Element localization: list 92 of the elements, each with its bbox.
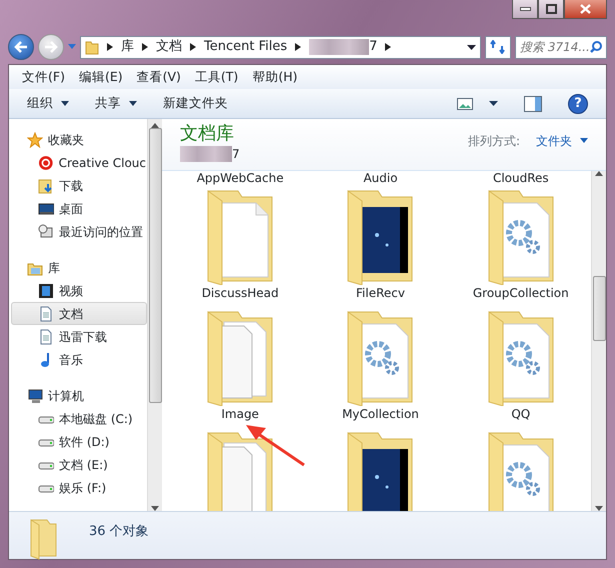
maximize-icon xyxy=(546,4,556,14)
sidebar-group[interactable]: 计算机 xyxy=(9,385,147,407)
sidebar-item[interactable]: 下载 xyxy=(9,174,147,197)
star-icon xyxy=(27,132,43,148)
breadcrumb-item[interactable]: Tencent Files xyxy=(204,37,288,57)
creative-cloud-icon xyxy=(38,154,54,170)
document-icon xyxy=(38,306,54,322)
file-name: AppWebCache xyxy=(196,171,285,185)
recent-places-icon xyxy=(38,224,54,240)
breadcrumb-item[interactable]: 7 xyxy=(369,37,378,57)
item-count: 36 个对象 xyxy=(89,523,149,541)
file-name: MyCollection xyxy=(341,406,420,423)
refresh-arrows-icon xyxy=(490,40,506,54)
computer-icon xyxy=(27,388,43,404)
caret-icon xyxy=(489,101,498,106)
video-icon xyxy=(38,282,54,298)
forward-button[interactable] xyxy=(38,34,64,60)
file-name: DiscussHead xyxy=(200,285,280,302)
folder-item[interactable]: QQ xyxy=(450,306,591,427)
search-field[interactable]: 搜索 3714... xyxy=(515,36,607,58)
file-name: GroupCollection xyxy=(472,285,570,302)
back-arrow-icon xyxy=(14,41,28,53)
folder-item[interactable]: FileRecv xyxy=(310,185,451,306)
close-button[interactable] xyxy=(564,0,607,19)
dropdown-caret-icon[interactable] xyxy=(467,44,476,50)
sidebar-item[interactable]: 音乐 xyxy=(9,348,147,371)
folder-item[interactable]: MyCollection xyxy=(310,306,451,427)
breadcrumb-item[interactable]: 库 xyxy=(121,37,134,57)
folder-item[interactable]: GroupCollection xyxy=(450,185,591,306)
help-button[interactable]: ? xyxy=(568,94,588,114)
sidebar-item[interactable]: 娱乐 (F:) xyxy=(9,476,147,499)
search-icon xyxy=(590,41,602,53)
breadcrumb-item[interactable]: 文档 xyxy=(156,37,182,57)
back-button[interactable] xyxy=(8,34,34,60)
sidebar-item[interactable]: 软件 (D:) xyxy=(9,430,147,453)
toolbar-button[interactable]: 新建文件夹 xyxy=(163,94,228,113)
chevron-icon xyxy=(142,43,148,51)
minimize-icon xyxy=(520,7,530,11)
download-folder-icon xyxy=(38,178,54,194)
scrollbar-thumb[interactable] xyxy=(592,276,606,341)
chevron-icon xyxy=(107,43,113,51)
desktop-icon xyxy=(38,200,54,216)
folder-item[interactable]: Image xyxy=(170,306,310,427)
chevron-icon xyxy=(295,43,302,51)
close-icon xyxy=(580,4,591,14)
content-scrollbar[interactable] xyxy=(591,171,606,511)
chevron-icon xyxy=(385,43,392,51)
maximize-button[interactable] xyxy=(538,0,564,19)
file-name: Audio xyxy=(362,171,399,185)
chevron-icon xyxy=(190,43,196,51)
blurred-text xyxy=(180,146,232,162)
library-subtitle: 7 xyxy=(232,146,240,163)
arrange-label: 排列方式: xyxy=(468,132,520,150)
sidebar-group[interactable]: 收藏夹 xyxy=(9,129,147,151)
arrange-dropdown[interactable]: 文件夹 xyxy=(536,132,588,150)
picture-icon xyxy=(457,98,473,110)
menu-item[interactable]: 编辑(E) xyxy=(72,68,130,86)
sidebar-scrollbar[interactable] xyxy=(147,119,162,511)
folder-icon xyxy=(85,39,99,55)
sidebar-item[interactable]: 本地磁盘 (C:) xyxy=(9,407,147,430)
sidebar-item[interactable]: Creative Clouc xyxy=(9,151,147,174)
folder-item[interactable]: DiscussHead xyxy=(170,185,310,306)
sidebar-item[interactable]: 文档 xyxy=(11,302,147,325)
view-button[interactable] xyxy=(457,98,498,110)
toolbar-button[interactable]: 组织 xyxy=(27,94,69,113)
menu-item[interactable]: 文件(F) xyxy=(15,68,72,86)
sidebar-item[interactable]: 视频 xyxy=(9,279,147,302)
menu-item[interactable]: 工具(T) xyxy=(188,68,246,86)
sidebar-item[interactable]: 文档 (E:) xyxy=(9,453,147,476)
minimize-button[interactable] xyxy=(512,0,538,19)
sidebar-item[interactable]: 最近访问的位置 xyxy=(9,220,147,243)
caret-icon xyxy=(61,101,69,106)
sidebar-group[interactable]: 库 xyxy=(9,257,147,279)
file-name: Image xyxy=(220,406,260,423)
forward-arrow-icon xyxy=(44,41,58,53)
caret-icon xyxy=(129,101,137,106)
toolbar-button[interactable]: 共享 xyxy=(95,94,137,113)
menu-item[interactable]: 查看(V) xyxy=(130,68,188,86)
blurred-text xyxy=(309,39,370,55)
caret-icon xyxy=(580,138,588,143)
refresh-button[interactable] xyxy=(485,36,511,58)
document-icon xyxy=(38,328,54,344)
preview-pane-button[interactable] xyxy=(524,96,542,112)
address-bar[interactable]: 库 文档 Tencent Files 7 xyxy=(80,36,481,58)
file-name: QQ xyxy=(510,406,532,423)
sidebar-item[interactable]: 桌面 xyxy=(9,197,147,220)
library-title: 文档库 xyxy=(180,123,235,145)
scrollbar-thumb[interactable] xyxy=(148,128,162,403)
sidebar-item[interactable]: 迅雷下载 xyxy=(9,325,147,348)
file-name: FileRecv xyxy=(355,285,406,302)
menu-item[interactable]: 帮助(H) xyxy=(245,68,304,86)
file-name: CloudRes xyxy=(492,171,550,185)
